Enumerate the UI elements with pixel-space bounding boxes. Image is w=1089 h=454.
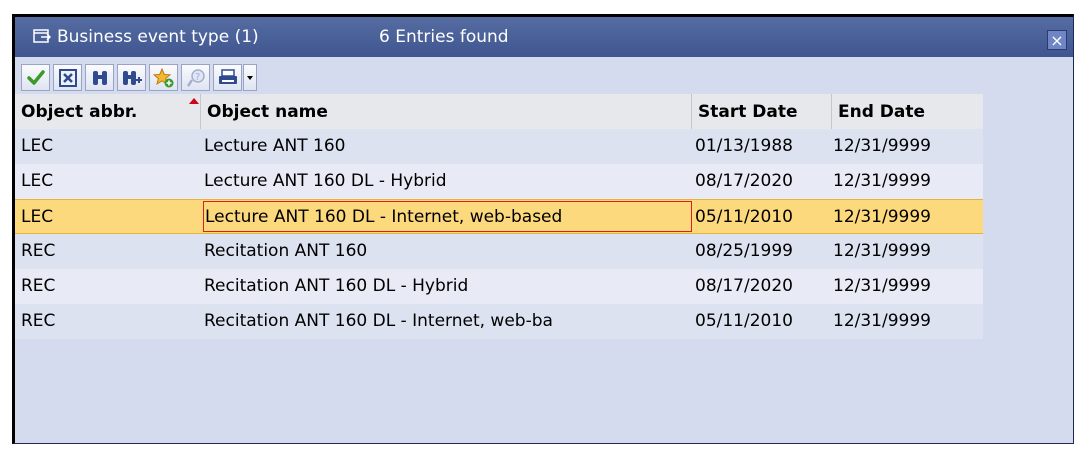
cell-abbr: REC: [21, 241, 56, 261]
cell-end-date: 12/31/9999: [833, 136, 931, 156]
add-favorite-icon: [152, 67, 173, 87]
find-next-button[interactable]: [117, 64, 146, 91]
table-row[interactable]: LEC Lecture ANT 160 01/13/1988 12/31/999…: [15, 129, 983, 164]
column-header-label: Start Date: [698, 102, 798, 122]
cell-end-date: 12/31/9999: [833, 311, 931, 331]
print-icon: [218, 68, 237, 84]
help-icon: ?: [186, 68, 205, 87]
find-next-icon: [122, 70, 142, 85]
dropdown-arrow-icon: [247, 75, 253, 80]
search-help-dialog: Business event type (1) 6 Entries found …: [12, 14, 1074, 444]
table-row-selected[interactable]: LEC Lecture ANT 160 DL - Internet, web-b…: [15, 199, 983, 234]
cell-name: Recitation ANT 160: [204, 241, 368, 261]
svg-text:?: ?: [195, 72, 200, 83]
cell-abbr: REC: [21, 276, 56, 296]
cell-abbr: LEC: [21, 207, 54, 227]
continue-check-icon: [26, 69, 45, 85]
cell-name-focused: Lecture ANT 160 DL - Internet, web-based: [203, 201, 692, 232]
cell-name: Recitation ANT 160 DL - Internet, web-ba: [204, 311, 553, 331]
column-header-start-date[interactable]: Start Date: [692, 94, 832, 129]
table-row[interactable]: REC Recitation ANT 160 08/25/1999 12/31/…: [15, 234, 983, 269]
column-header-label: End Date: [838, 102, 926, 122]
cell-end-date: 12/31/9999: [833, 276, 931, 296]
cell-end-date: 12/31/9999: [833, 207, 931, 227]
toolbar: ?: [15, 57, 1073, 94]
cell-abbr: LEC: [21, 171, 54, 191]
toolbar-menu-button[interactable]: [243, 64, 257, 91]
cell-name: Recitation ANT 160 DL - Hybrid: [204, 276, 469, 296]
table-header: Object abbr. Object name Start Date End …: [15, 94, 983, 130]
cell-start-date: 08/17/2020: [695, 171, 793, 191]
cell-abbr: REC: [21, 311, 56, 331]
continue-button[interactable]: [21, 64, 50, 91]
find-binoculars-icon: [92, 70, 107, 85]
cell-start-date: 05/11/2010: [695, 311, 793, 331]
cell-start-date: 01/13/1988: [695, 136, 793, 156]
column-header-end-date[interactable]: End Date: [832, 94, 983, 129]
column-header-abbr[interactable]: Object abbr.: [15, 94, 201, 129]
close-button[interactable]: ×: [1047, 30, 1067, 50]
table-row[interactable]: REC Recitation ANT 160 DL - Internet, we…: [15, 304, 983, 339]
table-row[interactable]: LEC Lecture ANT 160 DL - Hybrid 08/17/20…: [15, 164, 983, 199]
entries-count: 6 Entries found: [379, 27, 509, 47]
cell-start-date: 05/11/2010: [695, 207, 793, 227]
column-header-label: Object abbr.: [21, 102, 138, 122]
cell-abbr: LEC: [21, 136, 54, 156]
cell-end-date: 12/31/9999: [833, 241, 931, 261]
table-row[interactable]: REC Recitation ANT 160 DL - Hybrid 08/17…: [15, 269, 983, 304]
sort-ascending-icon: [189, 98, 199, 104]
window-icon: [33, 29, 51, 43]
help-button[interactable]: ?: [181, 64, 210, 91]
dialog-titlebar[interactable]: Business event type (1) 6 Entries found …: [15, 17, 1073, 57]
add-favorite-button[interactable]: [149, 64, 178, 91]
cell-start-date: 08/25/1999: [695, 241, 793, 261]
column-header-label: Object name: [207, 102, 328, 122]
dialog-title: Business event type (1): [57, 27, 259, 47]
cell-end-date: 12/31/9999: [833, 171, 931, 191]
cell-name: Lecture ANT 160 DL - Hybrid: [204, 171, 447, 191]
cell-start-date: 08/17/2020: [695, 276, 793, 296]
find-button[interactable]: [85, 64, 114, 91]
cell-name: Lecture ANT 160: [204, 136, 346, 156]
cancel-x-icon: [58, 68, 77, 87]
column-header-name[interactable]: Object name: [201, 94, 692, 129]
cancel-button[interactable]: [53, 64, 82, 91]
print-button[interactable]: [213, 64, 242, 91]
